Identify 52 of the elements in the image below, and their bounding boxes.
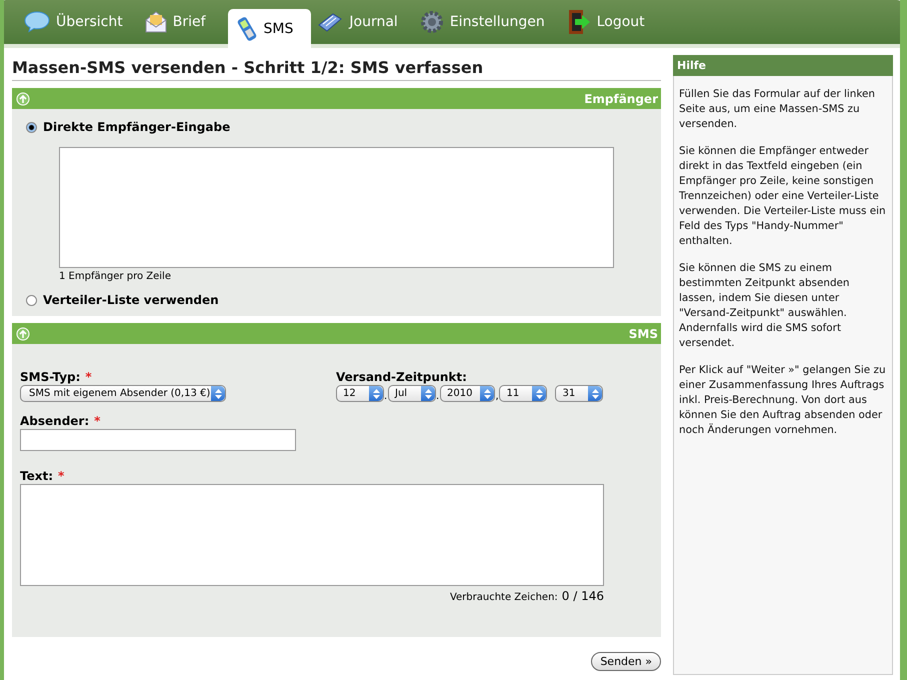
sms-type-select[interactable]: SMS mit eigenem Absender (0,13 €) xyxy=(20,385,226,402)
separator: , xyxy=(495,391,500,402)
nav-tab[interactable]: Übersicht xyxy=(24,6,139,44)
field-label: Text: xyxy=(20,469,54,483)
nav-tab[interactable]: Brief xyxy=(144,6,222,44)
required-mark: * xyxy=(58,469,64,483)
stepper-icon xyxy=(214,388,222,398)
help-text: Per Klick auf "Weiter »" gelangen Sie zu einer Zusammenfassung Ihres Auftrags inkl. Preis-Berechnung. Von dort aus können Sie den Auftrag absenden oder noch Änderungen vornehmen. xyxy=(679,363,887,438)
separator: . xyxy=(436,391,440,402)
time-select[interactable]: 31 xyxy=(555,385,604,402)
help-text: Sie können die Empfänger entweder direkt in das Textfeld eingeben (ein Empfänger pro Zeile, keine sonstigen Trennzeichen) oder eine Verteiler-Liste verwenden. Die Verteiler-Liste muss ein Feld des Typs "Handy-Nummer" enthalten. xyxy=(679,144,887,249)
stepper-icon xyxy=(424,388,432,398)
time-select[interactable]: 2010 xyxy=(440,385,496,402)
stepper-icon xyxy=(536,388,543,398)
character-count: 0 / 146 xyxy=(562,589,604,603)
radio-option[interactable]: Verteiler-Liste verwenden xyxy=(26,292,647,308)
time-select[interactable]: 12 xyxy=(336,385,384,402)
envelope-icon xyxy=(144,10,167,34)
time-select[interactable]: 11 xyxy=(499,385,548,402)
help-text: Füllen Sie das Formular auf der linken Seite aus, um eine Massen-SMS zu versenden. xyxy=(679,87,876,132)
collapse-icon[interactable] xyxy=(16,92,30,106)
nav-tab[interactable]: Journal xyxy=(317,6,414,44)
stepper-icon xyxy=(484,388,491,398)
section-title: SMS xyxy=(628,326,658,340)
recipients-field[interactable] xyxy=(59,147,614,268)
help-text: Sie können die SMS zu einem bestimmten Zeitpunkt absenden lassen, indem Sie diesen unter "Versand-Zeitpunkt" auswählen. Andernfalls wird die SMS sofort versendet. xyxy=(679,261,851,351)
gear-icon xyxy=(420,10,444,34)
door-exit-icon xyxy=(566,9,591,35)
stepper-icon xyxy=(372,388,380,398)
field-hint: 1 Empfänger pro Zeile xyxy=(59,271,172,282)
field-label: Absender: xyxy=(20,414,90,428)
nav-tab[interactable]: Einstellungen xyxy=(420,6,561,44)
separator: . xyxy=(384,391,388,402)
message-field[interactable] xyxy=(20,484,604,586)
send-button[interactable]: Senden » xyxy=(591,652,661,671)
required-mark: * xyxy=(94,414,100,428)
sender-field[interactable] xyxy=(20,429,296,451)
page-title: Massen-SMS versenden - Schritt 1/2: SMS verfassen xyxy=(12,58,661,81)
notebook-icon xyxy=(317,11,344,33)
required-mark: * xyxy=(85,370,92,384)
time-select[interactable]: Jul xyxy=(388,385,436,402)
field-label: Versand-Zeitpunkt: xyxy=(336,370,467,384)
nav-tab[interactable]: SMS xyxy=(228,9,312,49)
stepper-icon xyxy=(592,388,599,398)
nav-tab[interactable]: Logout xyxy=(566,6,661,44)
field-label: SMS-Typ: xyxy=(20,370,80,384)
speech-bubble-icon xyxy=(24,11,50,33)
section-title: Empfänger xyxy=(584,92,658,106)
collapse-icon[interactable] xyxy=(16,326,30,340)
counter-label: Verbrauchte Zeichen: xyxy=(450,592,558,603)
radio-option[interactable]: Direkte Empfänger-Eingabe xyxy=(26,119,647,135)
help-title: Hilfe xyxy=(673,55,893,76)
